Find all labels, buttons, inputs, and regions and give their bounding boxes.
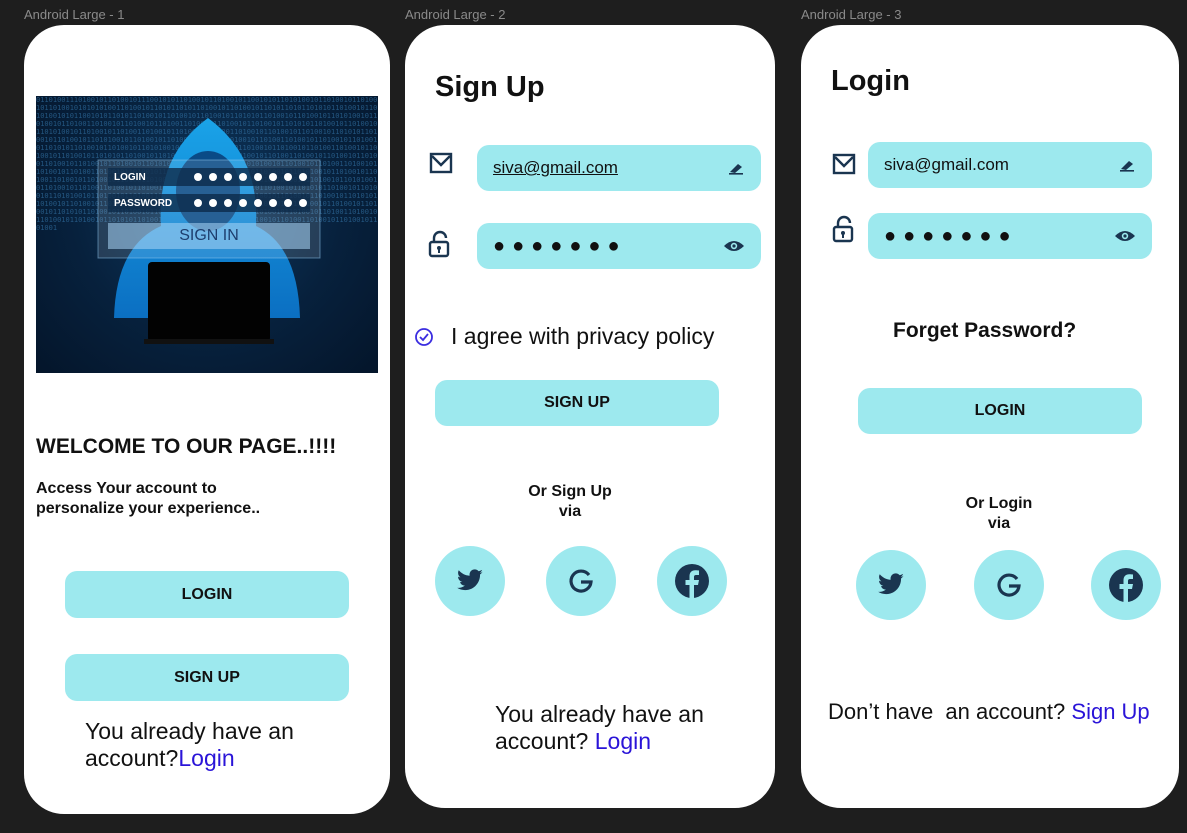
welcome-subtext-line2: personalize your experience.. <box>36 500 261 517</box>
login-footer-prefix: Don’t have an account? <box>828 699 1072 724</box>
login-signup-link[interactable]: Sign Up <box>1071 699 1149 724</box>
login-screen: Login siva@gmail.com ●●●●●●● Forget Pass… <box>801 25 1179 808</box>
agree-text: I agree with privacy policy <box>451 323 715 349</box>
signup-email-value: siva@gmail.com <box>493 158 618 177</box>
facebook-icon <box>1109 568 1143 602</box>
welcome-login-link[interactable]: Login <box>178 745 234 771</box>
welcome-screen: 0110100111010010110100101110010101101001… <box>24 25 390 814</box>
welcome-heading: WELCOME TO OUR PAGE..!!!! <box>36 435 337 458</box>
welcome-footer: You already have an account?Login <box>85 718 294 772</box>
signup-footer: You already have an account? Login <box>495 701 704 755</box>
welcome-subtext-line1: Access Your account to <box>36 480 217 497</box>
hero-password-label: PASSWORD <box>114 198 173 209</box>
mail-icon <box>832 153 856 175</box>
hero-illustration: 0110100111010010110100101110010101101001… <box>36 96 378 373</box>
hero-login-label: LOGIN <box>114 172 146 183</box>
welcome-footer-line2: account? <box>85 745 179 771</box>
twitter-icon <box>878 573 904 595</box>
signup-screen: Sign Up siva@gmail.com ●●●●●●● I agree w… <box>405 25 775 808</box>
login-title: Login <box>831 65 910 97</box>
mail-icon <box>429 152 453 174</box>
login-footer: Don’t have an account? Sign Up <box>828 699 1150 725</box>
google-button[interactable] <box>546 546 616 616</box>
forgot-password-link[interactable]: Forget Password? <box>893 319 1076 343</box>
facebook-button[interactable] <box>1091 550 1161 620</box>
check-circle-icon[interactable] <box>414 327 434 347</box>
signup-submit-button[interactable]: SIGN UP <box>435 380 719 426</box>
signup-button[interactable]: SIGN UP <box>65 654 349 701</box>
facebook-icon <box>675 564 709 598</box>
welcome-footer-line1: You already have an <box>85 718 294 744</box>
edit-icon[interactable] <box>1118 158 1136 172</box>
login-password-field[interactable]: ●●●●●●● <box>868 213 1152 259</box>
signup-footer-line2: account? <box>495 728 595 754</box>
login-password-value: ●●●●●●● <box>884 224 1018 247</box>
login-or-text: Or Login via <box>943 494 1055 534</box>
google-button[interactable] <box>974 550 1044 620</box>
edit-icon[interactable] <box>727 161 745 175</box>
welcome-subtext: Access Your account to personalize your … <box>36 479 260 519</box>
twitter-button[interactable] <box>435 546 505 616</box>
frame-label-2: Android Large - 2 <box>405 7 506 22</box>
login-email-value: siva@gmail.com <box>884 155 1009 174</box>
eye-icon[interactable] <box>1114 229 1136 243</box>
login-or-line2: via <box>987 515 1011 532</box>
twitter-icon <box>457 569 483 591</box>
lock-icon <box>428 230 450 258</box>
signup-password-value: ●●●●●●● <box>493 234 627 257</box>
google-icon <box>569 569 593 593</box>
frame-label-3: Android Large - 3 <box>801 7 902 22</box>
signup-email-field[interactable]: siva@gmail.com <box>477 145 761 191</box>
facebook-button[interactable] <box>657 546 727 616</box>
login-or-line1: Or Login <box>965 495 1033 512</box>
signup-password-field[interactable]: ●●●●●●● <box>477 223 761 269</box>
signup-or-text: Or Sign Up via <box>505 482 635 522</box>
signup-or-line2: via <box>558 503 582 520</box>
signup-login-link[interactable]: Login <box>595 728 651 754</box>
twitter-button[interactable] <box>856 550 926 620</box>
hero-signin-label: SIGN IN <box>179 227 239 244</box>
login-email-field[interactable]: siva@gmail.com <box>868 142 1152 188</box>
eye-icon[interactable] <box>723 239 745 253</box>
frame-label-1: Android Large - 1 <box>24 7 125 22</box>
google-icon <box>997 573 1021 597</box>
signup-title: Sign Up <box>435 71 545 103</box>
lock-icon <box>832 215 854 243</box>
signup-footer-line1: You already have an <box>495 701 704 727</box>
login-submit-button[interactable]: LOGIN <box>858 388 1142 434</box>
signup-or-line1: Or Sign Up <box>528 483 612 500</box>
login-button[interactable]: LOGIN <box>65 571 349 618</box>
